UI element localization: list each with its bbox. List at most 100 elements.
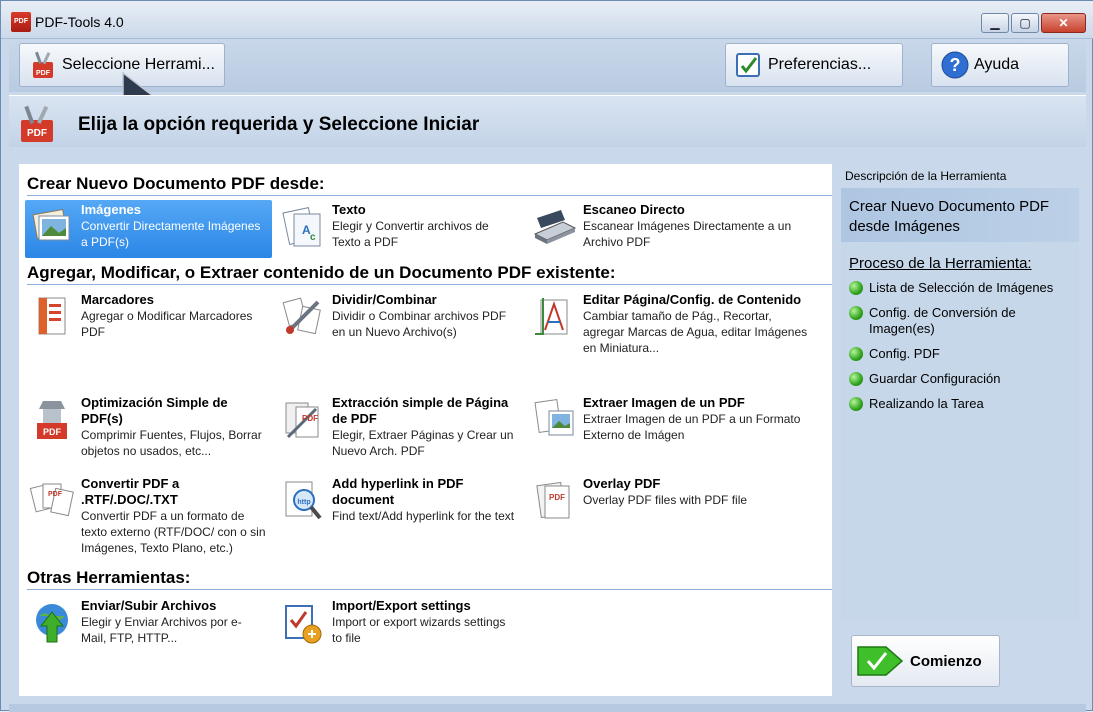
tools-panel: Crear Nuevo Documento PDF desde: Agregar…	[19, 164, 832, 696]
text-icon: A c	[282, 207, 321, 247]
window-title: PDF-Tools 4.0	[35, 14, 124, 30]
tool-desc: Elegir, Extraer Páginas y Crear un Nuevo…	[332, 428, 514, 458]
tool-desc: Cambiar tamaño de Pág., Recortar, agrega…	[583, 309, 808, 355]
tool-desc: Escanear Imágenes Directamente a un Arch…	[583, 219, 792, 249]
toolbox-icon: PDF	[33, 51, 53, 78]
tool-desc: Elegir y Enviar Archivos por e-Mail, FTP…	[81, 615, 242, 645]
pdf-app-icon: PDF	[11, 12, 31, 32]
process-step: Config. PDF	[849, 346, 1075, 362]
tool-desc: Comprimir Fuentes, Flujos, Borrar objeto…	[81, 428, 262, 458]
preferences-checklist-icon	[736, 53, 760, 77]
tool-add-hyperlink[interactable]: http Add hyperlink in PDF document Find …	[276, 474, 521, 564]
section-modify-title: Agregar, Modificar, o Extraer contenido …	[27, 263, 832, 285]
process-step: Guardar Configuración	[849, 371, 1075, 387]
tool-name: Texto	[332, 202, 366, 217]
tool-description-text: Crear Nuevo Documento PDF desde Imágenes	[841, 188, 1079, 242]
tool-direct-scan[interactable]: Escaneo Directo Escanear Imágenes Direct…	[527, 200, 817, 258]
tool-import-export[interactable]: Import/Export settings Import or export …	[276, 596, 521, 654]
svg-text:PDF: PDF	[48, 491, 63, 498]
tool-name: Add hyperlink in PDF document	[332, 476, 464, 507]
help-icon: ?	[941, 51, 969, 79]
overlay-icon: PDF	[536, 481, 570, 519]
tool-desc: Elegir y Convertir archivos de Texto a P…	[332, 219, 489, 249]
convert-doc-icon: PDF	[29, 483, 74, 517]
tool-overlay-pdf[interactable]: PDF Overlay PDF Overlay PDF files with P…	[527, 474, 817, 532]
section-create-title: Crear Nuevo Documento PDF desde:	[27, 174, 832, 196]
tool-upload-files[interactable]: Enviar/Subir Archivos Elegir y Enviar Ar…	[25, 596, 270, 654]
tool-name: Marcadores	[81, 292, 154, 307]
tool-desc: Find text/Add hyperlink for the text	[332, 509, 515, 523]
tool-desc: Convertir Directamente Imágenes a PDF(s)	[81, 219, 261, 249]
tool-extract-page[interactable]: PDF Extracción simple de Página de PDF E…	[276, 393, 521, 465]
help-button[interactable]: ? Ayuda	[931, 43, 1069, 87]
tool-bookmarks[interactable]: Marcadores Agregar o Modificar Marcadore…	[25, 290, 270, 348]
app-window: PDF PDF-Tools 4.0 ▁ ▢ ✕ PDF Seleccione H…	[0, 0, 1093, 712]
hyperlink-icon: http	[285, 481, 322, 520]
process-step: Config. de Conversión de Imagen(es)	[849, 305, 1075, 337]
close-button[interactable]: ✕	[1041, 13, 1086, 33]
tool-images[interactable]: Imágenes Convertir Directamente Imágenes…	[25, 200, 272, 258]
process-step-label: Realizando la Tarea	[869, 396, 984, 411]
tool-description-label: Descripción de la Herramienta	[845, 169, 1007, 183]
help-label: Ayuda	[974, 56, 1020, 73]
svg-text:PDF: PDF	[36, 70, 51, 77]
extract-page-icon: PDF	[285, 402, 319, 439]
svg-text:http: http	[297, 499, 310, 506]
start-button-label: Comienzo	[910, 652, 982, 670]
tool-edit-page[interactable]: Editar Página/Config. de Contenido Cambi…	[527, 290, 817, 382]
tool-name: Overlay PDF	[583, 476, 661, 491]
section-other-title: Otras Herramientas:	[27, 568, 832, 590]
tool-name: Enviar/Subir Archivos	[81, 598, 217, 613]
start-arrow-icon	[857, 646, 904, 676]
tool-name: Convertir PDF a .RTF/.DOC/.TXT	[81, 476, 180, 507]
maximize-button[interactable]: ▢	[1011, 13, 1039, 33]
header-banner: PDF Elija la opción requerida y Seleccio…	[9, 95, 1086, 147]
svg-text:PDF: PDF	[27, 128, 47, 139]
tool-desc: Extraer Imagen de un PDF a un Formato Ex…	[583, 412, 801, 442]
extract-image-icon	[534, 399, 574, 436]
green-dot-icon	[849, 372, 863, 386]
process-step: Realizando la Tarea	[849, 396, 1075, 412]
green-dot-icon	[849, 397, 863, 411]
tool-name: Imágenes	[81, 202, 141, 217]
tool-extract-image[interactable]: Extraer Imagen de un PDF Extraer Imagen …	[527, 393, 817, 465]
start-button[interactable]: Comienzo	[851, 635, 1000, 687]
process-step-label: Config. PDF	[869, 346, 940, 361]
header-title: Elija la opción requerida y Seleccione I…	[78, 114, 480, 135]
tool-text[interactable]: A c Texto Elegir y Convertir archivos de…	[276, 200, 521, 258]
tool-optimize[interactable]: PDF Optimización Simple de PDF(s) Compri…	[25, 393, 270, 465]
import-export-icon	[285, 605, 322, 644]
green-dot-icon	[849, 306, 863, 320]
tool-description-panel: Crear Nuevo Documento PDF desde Imágenes…	[841, 188, 1079, 620]
svg-text:c: c	[310, 232, 316, 243]
process-step: Lista de Selección de Imágenes	[849, 280, 1075, 296]
tool-convert-doc[interactable]: PDF Convertir PDF a .RTF/.DOC/.TXT Conve…	[25, 474, 270, 564]
tool-desc: Overlay PDF files with PDF file	[583, 493, 748, 507]
toolbar: PDF Seleccione Herrami... Preferencias..…	[9, 39, 1086, 92]
svg-text:?: ?	[950, 55, 961, 75]
tool-name: Extraer Imagen de un PDF	[583, 395, 745, 410]
tool-name: Editar Página/Config. de Contenido	[583, 292, 802, 307]
preferences-label: Preferencias...	[768, 56, 872, 73]
process-step-label: Guardar Configuración	[869, 371, 1001, 386]
tool-split-merge[interactable]: Dividir/Combinar Dividir o Combinar arch…	[276, 290, 521, 348]
toolbox-pdf-icon: PDF	[21, 105, 53, 142]
optimize-icon: PDF	[37, 401, 67, 439]
split-merge-icon	[282, 297, 321, 335]
svg-text:PDF: PDF	[43, 427, 62, 437]
tool-name: Escaneo Directo	[583, 202, 685, 217]
images-icon	[32, 208, 70, 241]
tool-name: Dividir/Combinar	[332, 292, 437, 307]
tool-desc: Convertir PDF a un formato de texto exte…	[81, 509, 266, 555]
edit-page-icon	[535, 298, 568, 335]
preferences-button[interactable]: Preferencias...	[725, 43, 903, 87]
tool-name: Import/Export settings	[332, 598, 471, 613]
tool-desc: Import or export wizards settings to fil…	[332, 615, 506, 645]
process-step-label: Config. de Conversión de Imagen(es)	[869, 305, 1016, 336]
minimize-button[interactable]: ▁	[981, 13, 1009, 33]
scanner-icon	[533, 210, 577, 244]
tool-name: Extracción simple de Página de PDF	[332, 395, 509, 426]
tool-name: Optimización Simple de PDF(s)	[81, 395, 228, 426]
green-dot-icon	[849, 281, 863, 295]
svg-text:PDF: PDF	[549, 493, 565, 502]
